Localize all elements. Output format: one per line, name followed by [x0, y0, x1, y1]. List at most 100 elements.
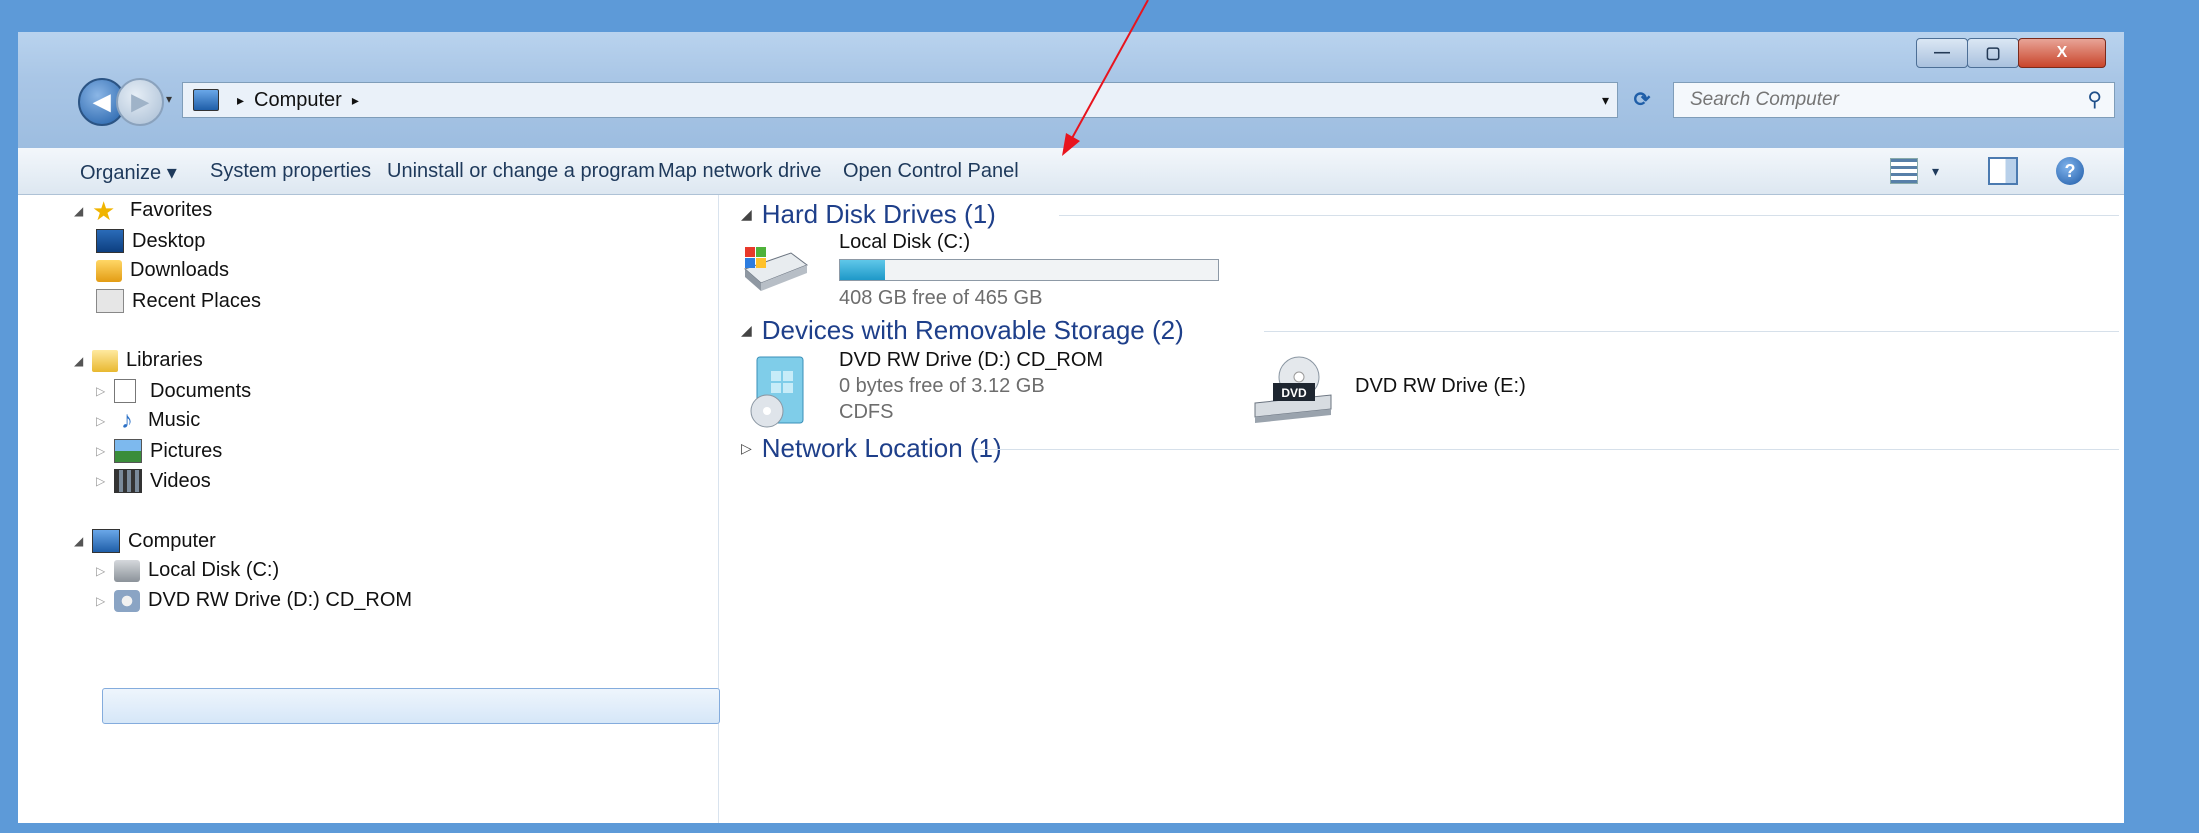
nav-label: Videos: [150, 469, 211, 492]
navigation-row: ◀ ▶ ▾ ▸ Computer ▸ ▾ ⟳ ⚲: [78, 78, 2118, 126]
group-expanded-icon: ◢: [741, 206, 752, 222]
navigation-pane: ◢ ★ Favorites Desktop Downloads Recent P…: [18, 195, 720, 823]
help-icon: ?: [2056, 157, 2084, 185]
expand-arrow-icon[interactable]: ◢: [74, 534, 92, 548]
preview-pane-icon: [1988, 157, 2018, 185]
group-title: Network Location (1): [761, 433, 1002, 463]
desktop-icon: [96, 229, 124, 253]
libraries-icon: [92, 349, 118, 372]
explorer-window: — ▢ X ◀ ▶ ▾ ▸ Computer ▸ ▾ ⟳ ⚲ Organize …: [18, 32, 2124, 823]
dvd-badge: DVD: [1281, 386, 1307, 400]
nav-item-music[interactable]: ▷ ♪ Music: [96, 406, 201, 434]
nav-item-local-disk[interactable]: ▷ Local Disk (C:): [96, 559, 279, 582]
group-collapsed-icon: ▷: [741, 440, 752, 456]
refresh-icon[interactable]: ⟳: [1625, 82, 1659, 116]
minimize-button[interactable]: —: [1916, 38, 1968, 68]
collapse-arrow-icon[interactable]: ▷: [96, 564, 114, 578]
address-bar[interactable]: ▸ Computer ▸ ▾: [182, 82, 1618, 118]
computer-icon: [92, 529, 120, 553]
search-icon[interactable]: ⚲: [2087, 87, 2102, 112]
change-view-button[interactable]: ▾: [1890, 156, 1939, 186]
expand-arrow-icon[interactable]: ◢: [74, 354, 92, 368]
nav-item-computer[interactable]: ◢ Computer: [74, 529, 216, 553]
dvd-drive-icon: [114, 589, 140, 612]
view-dropdown-icon[interactable]: ▾: [1932, 163, 1939, 180]
collapse-arrow-icon[interactable]: ▷: [96, 594, 114, 608]
collapse-arrow-icon[interactable]: ▷: [96, 414, 114, 428]
drive-dvd-e[interactable]: DVD DVD RW Drive (E:): [1251, 349, 1591, 429]
videos-icon: [114, 469, 142, 493]
group-expanded-icon: ◢: [741, 322, 752, 338]
collapse-arrow-icon[interactable]: ▷: [96, 384, 114, 398]
address-dropdown-icon[interactable]: ▾: [1602, 92, 1609, 109]
content-pane: ◢ Hard Disk Drives (1) Local Disk (C:) 4…: [719, 195, 2124, 823]
group-removable-storage[interactable]: ◢ Devices with Removable Storage (2): [741, 315, 1184, 346]
title-bar: — ▢ X ◀ ▶ ▾ ▸ Computer ▸ ▾ ⟳ ⚲: [18, 32, 2124, 148]
forward-button[interactable]: ▶: [116, 78, 164, 126]
drive-local-disk-c[interactable]: Local Disk (C:) 408 GB free of 465 GB: [739, 229, 1219, 309]
group-network-location[interactable]: ▷ Network Location (1): [741, 433, 1002, 464]
help-button[interactable]: ?: [2056, 156, 2084, 186]
nav-item-downloads[interactable]: Downloads: [96, 259, 229, 282]
group-divider: [1059, 215, 2119, 216]
nav-label: Libraries: [126, 349, 203, 371]
drive-name: DVD RW Drive (D:) CD_ROM: [839, 349, 1104, 371]
computer-icon: [193, 89, 219, 111]
group-title: Devices with Removable Storage (2): [761, 315, 1184, 345]
recent-pages-dropdown[interactable]: ▾: [166, 92, 172, 106]
address-crumb-computer[interactable]: Computer: [254, 89, 342, 112]
command-bar: Organize ▾ System properties Uninstall o…: [18, 148, 2124, 195]
documents-icon: [114, 379, 136, 403]
group-title: Hard Disk Drives (1): [761, 199, 996, 229]
open-control-panel-button[interactable]: Open Control Panel: [843, 160, 1019, 183]
nav-item-favorites[interactable]: ◢ ★ Favorites: [74, 195, 213, 226]
recent-places-icon: [96, 289, 124, 313]
nav-item-pictures[interactable]: ▷ Pictures: [96, 439, 222, 463]
address-separator: ▸: [237, 91, 245, 108]
selection-highlight: [102, 688, 720, 724]
drive-file-system: CDFS: [839, 401, 894, 423]
map-network-drive-button[interactable]: Map network drive: [658, 160, 821, 183]
nav-item-videos[interactable]: ▷ Videos: [96, 469, 211, 493]
disk-usage-fill: [840, 260, 886, 280]
nav-item-libraries[interactable]: ◢ Libraries: [74, 349, 203, 372]
nav-label: DVD RW Drive (D:) CD_ROM: [148, 589, 413, 611]
window-controls: — ▢ X: [1916, 38, 2106, 68]
nav-item-recent-places[interactable]: Recent Places: [96, 289, 261, 313]
group-divider: [1264, 331, 2119, 332]
search-input[interactable]: [1688, 88, 2052, 112]
drive-name: Local Disk (C:): [839, 231, 971, 253]
nav-label: Desktop: [132, 229, 206, 252]
maximize-button[interactable]: ▢: [1967, 38, 2019, 68]
organize-button[interactable]: Organize ▾: [80, 160, 177, 185]
preview-pane-button[interactable]: [1988, 156, 2018, 186]
nav-label: Downloads: [130, 259, 229, 281]
nav-label: Computer: [128, 529, 216, 552]
nav-item-dvd-d[interactable]: ▷ DVD RW Drive (D:) CD_ROM: [96, 589, 412, 612]
collapse-arrow-icon[interactable]: ▷: [96, 444, 114, 458]
group-hard-disk-drives[interactable]: ◢ Hard Disk Drives (1): [741, 199, 996, 230]
nav-item-desktop[interactable]: Desktop: [96, 229, 205, 253]
address-separator: ▸: [351, 91, 359, 108]
hard-disk-icon: [744, 247, 809, 291]
dvd-drive-icon: DVD: [1254, 356, 1332, 423]
nav-item-documents[interactable]: ▷ Documents: [96, 379, 251, 403]
hard-disk-icon: [114, 559, 140, 582]
nav-label: Favorites: [130, 199, 213, 221]
search-box: ⚲: [1673, 82, 2115, 118]
dvd-case-icon: [750, 356, 804, 428]
expand-arrow-icon[interactable]: ◢: [74, 204, 92, 218]
nav-label: Music: [148, 409, 201, 431]
nav-label: Recent Places: [132, 289, 261, 312]
system-properties-button[interactable]: System properties: [210, 160, 371, 183]
view-icon: [1890, 158, 1918, 184]
star-icon: ★: [92, 195, 116, 226]
drive-free-space: 0 bytes free of 3.12 GB: [839, 375, 1045, 397]
music-icon: ♪: [121, 406, 133, 434]
uninstall-program-button[interactable]: Uninstall or change a program: [387, 160, 655, 183]
nav-label: Local Disk (C:): [148, 559, 280, 581]
nav-label: Documents: [150, 379, 252, 402]
collapse-arrow-icon[interactable]: ▷: [96, 474, 114, 488]
drive-dvd-d[interactable]: DVD RW Drive (D:) CD_ROM 0 bytes free of…: [739, 349, 1139, 429]
close-button[interactable]: X: [2018, 38, 2106, 68]
